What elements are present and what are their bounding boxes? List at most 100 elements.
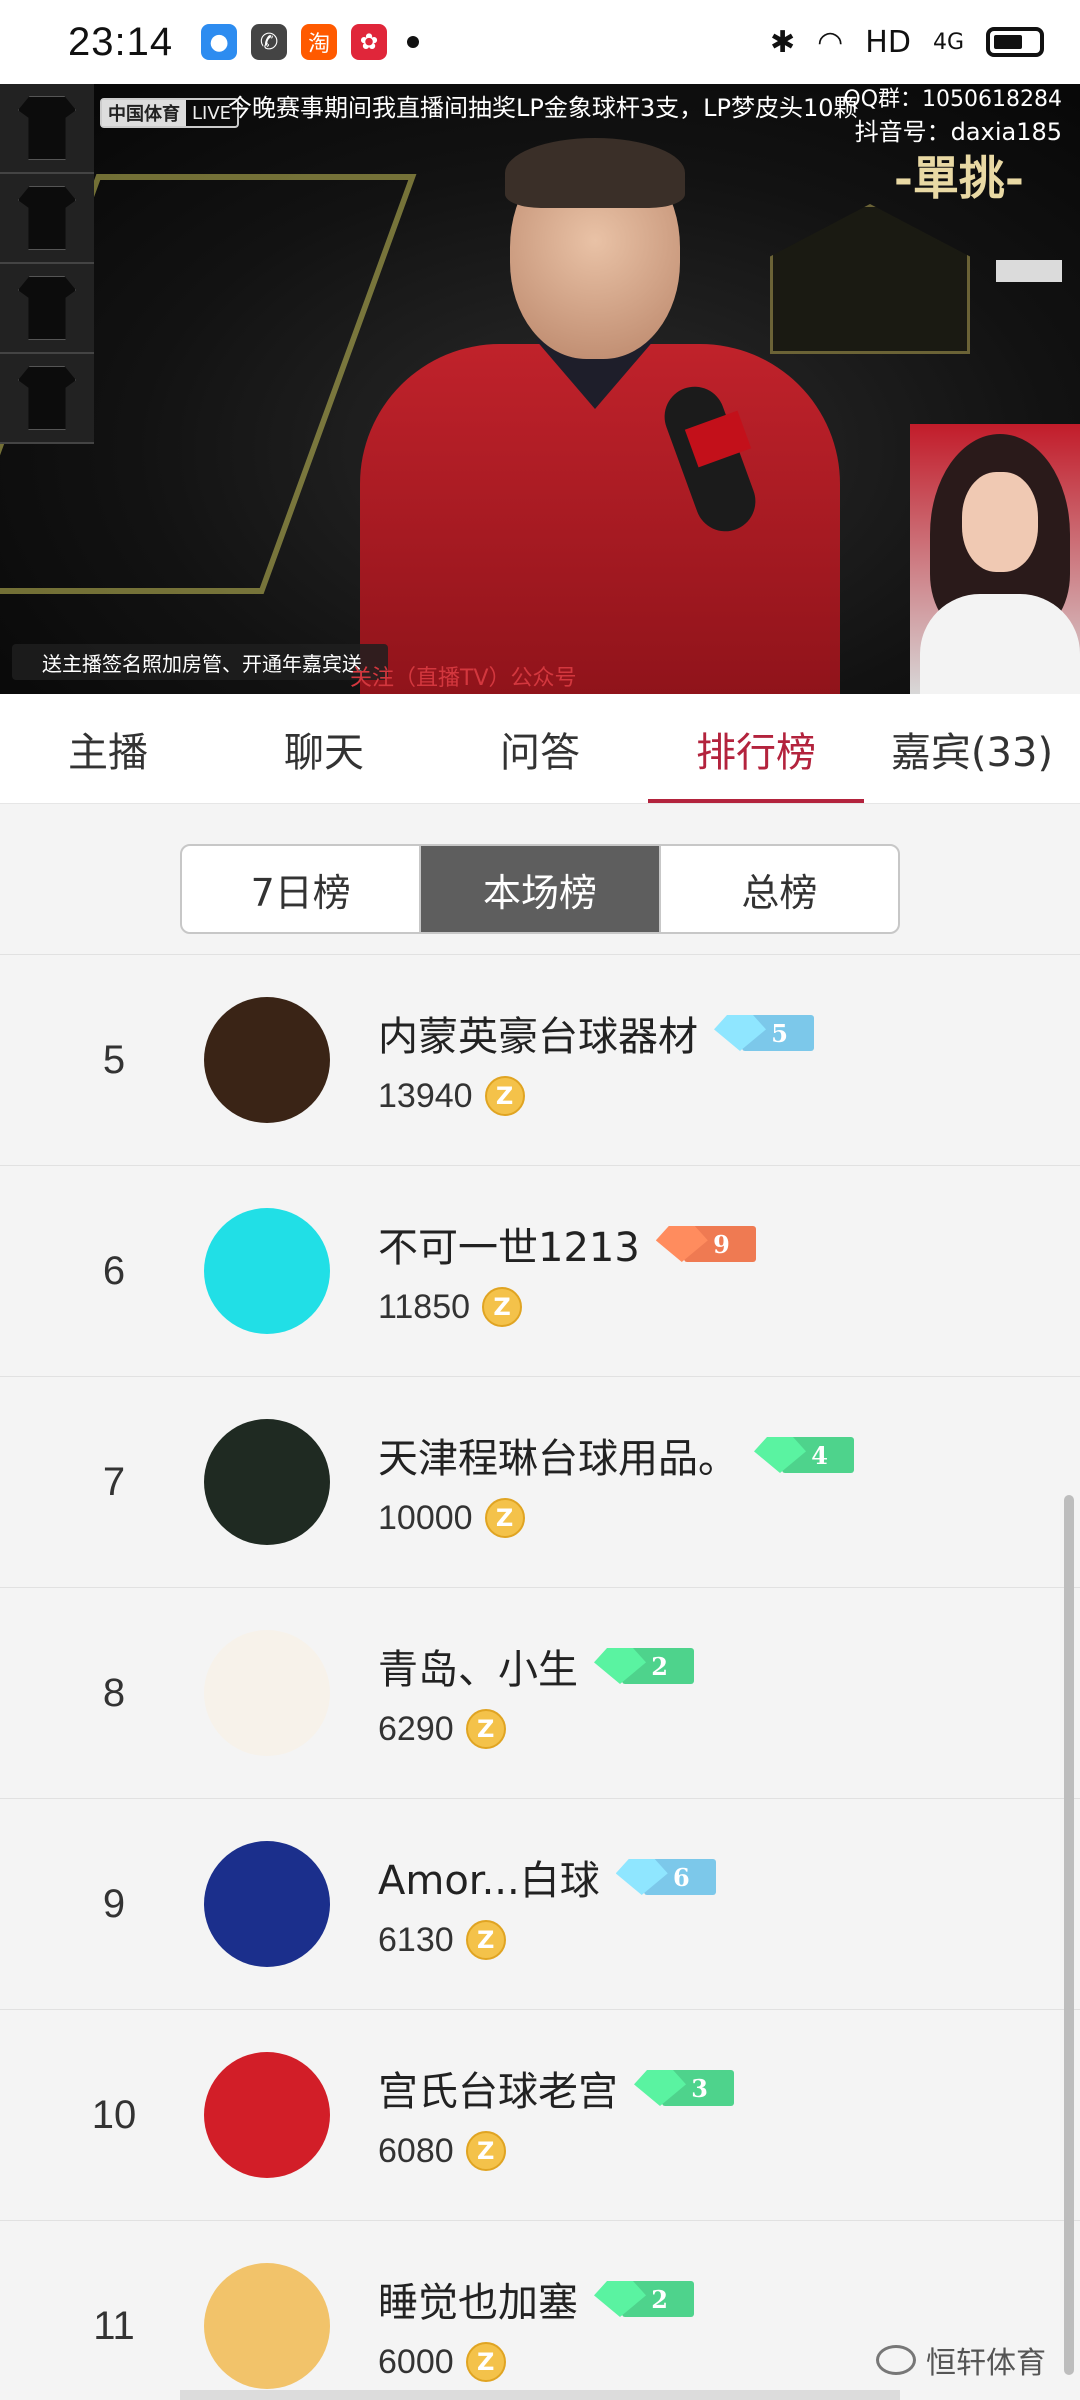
gift-hint: 送主播签名照加房管、开通年嘉宾送 <box>12 644 388 680</box>
segment-7-day[interactable]: 7日榜 <box>182 846 419 932</box>
coin-icon: Z <box>484 1498 525 1538</box>
tshirt-icon <box>18 96 76 160</box>
coin-icon: Z <box>465 1920 506 1960</box>
video-player[interactable]: 中国体育 LIVE 今晚赛事期间我直播间抽奖LP金象球杆3支，LP梦皮头10颗 … <box>0 84 1080 694</box>
coin-icon: Z <box>484 1076 525 1116</box>
host-camera-window <box>910 424 1080 694</box>
rank-number: 7 <box>102 1459 126 1504</box>
rank-number: 8 <box>102 1670 126 1715</box>
score-line: 10000 Z <box>378 1498 854 1538</box>
signal-label: 4G <box>932 29 964 55</box>
merch-thumbnail[interactable] <box>0 84 94 174</box>
taobao-icon: 淘 <box>301 24 338 60</box>
ranking-row[interactable]: 10 宫氏台球老宫 3 6080 Z <box>0 2009 1080 2220</box>
merch-thumbnail-list <box>0 84 94 444</box>
bottom-edge <box>180 2390 900 2400</box>
watermark: 恒轩体育 <box>876 2338 1046 2382</box>
coin-icon: Z <box>465 2131 506 2171</box>
chat-icon: ✆ <box>251 24 288 60</box>
host-shirt <box>920 594 1080 694</box>
live-brand: 中国体育 <box>102 100 186 126</box>
user-name: Amor...白球 <box>378 1858 600 1904</box>
tab-guests[interactable]: 嘉宾(33) <box>864 694 1080 803</box>
ranking-period-area: 7日榜 本场榜 总榜 <box>0 804 1080 954</box>
name-line: 宫氏台球老宫 3 <box>378 2059 734 2117</box>
player-photo-avatar[interactable] <box>204 1419 330 1545</box>
live-badge: 中国体育 LIVE <box>100 98 240 128</box>
cartoon-avatar[interactable] <box>204 1630 330 1756</box>
ranking-row[interactable]: 6 不可一世1213 9 11850 Z <box>0 1165 1080 1376</box>
score-line: 11850 Z <box>378 1287 756 1327</box>
user-info: 天津程琳台球用品。 4 10000 Z <box>378 1426 854 1538</box>
name-line: 内蒙英豪台球器材 5 <box>378 1004 814 1062</box>
merch-thumbnail[interactable] <box>0 354 94 444</box>
user-info: 内蒙英豪台球器材 5 13940 Z <box>378 1004 814 1116</box>
tshirt-icon <box>18 276 76 340</box>
main-tabs: 主播 聊天 问答 排行榜 嘉宾(33) <box>0 694 1080 804</box>
tab-ranking[interactable]: 排行榜 <box>648 694 864 803</box>
g-logo-avatar[interactable] <box>204 2052 330 2178</box>
contribution-score: 10000 <box>378 1498 473 1537</box>
watermark-text: 恒轩体育 <box>926 2346 1046 2381</box>
tab-qa[interactable]: 问答 <box>432 694 648 803</box>
merch-thumbnail[interactable] <box>0 174 94 264</box>
ranking-row[interactable]: 9 Amor...白球 6 6130 Z <box>0 1798 1080 2009</box>
app-icon: ✿ <box>351 24 388 60</box>
merch-thumbnail[interactable] <box>0 264 94 354</box>
user-name: 宫氏台球老宫 <box>378 2069 618 2115</box>
host-face <box>962 472 1038 572</box>
network-label: HD <box>865 24 911 60</box>
scrollbar[interactable] <box>1064 1495 1074 2375</box>
user-name: 内蒙英豪台球器材 <box>378 1014 698 1060</box>
event-logo: -單挑- <box>893 151 1024 205</box>
tshirt-icon <box>18 366 76 430</box>
rank-number: 6 <box>102 1248 126 1293</box>
wifi-icon: ◠ <box>817 24 844 60</box>
level-badge: 2 <box>594 2279 694 2319</box>
user-info: 宫氏台球老宫 3 6080 Z <box>378 2059 734 2171</box>
tab-chat[interactable]: 聊天 <box>216 694 432 803</box>
user-info: 睡觉也加塞 2 6000 Z <box>378 2270 694 2382</box>
segment-this-session[interactable]: 本场榜 <box>419 846 659 932</box>
score-line: 6130 Z <box>378 1920 716 1960</box>
name-line: 不可一世1213 9 <box>378 1215 756 1273</box>
brand-logo-avatar[interactable] <box>204 997 330 1123</box>
level-badge: 9 <box>655 1224 756 1264</box>
score-line: 6290 Z <box>378 1709 694 1749</box>
user-name: 青岛、小生 <box>378 1647 578 1693</box>
coin-icon: Z <box>482 1287 523 1327</box>
level-number: 5 <box>771 1018 788 1048</box>
level-number: 3 <box>691 2073 708 2103</box>
ranking-row[interactable]: 8 青岛、小生 2 6290 Z <box>0 1587 1080 1798</box>
rank-number: 10 <box>91 2092 137 2137</box>
ranking-period-selector: 7日榜 本场榜 总榜 <box>180 844 900 934</box>
user-name: 天津程琳台球用品。 <box>378 1436 738 1482</box>
ranking-row[interactable]: 7 天津程琳台球用品。 4 10000 Z <box>0 1376 1080 1587</box>
tab-host[interactable]: 主播 <box>0 694 216 803</box>
wechat-icon <box>876 2345 916 2375</box>
rank-number: 9 <box>102 1881 126 1926</box>
segment-overall[interactable]: 总榜 <box>658 846 898 932</box>
contribution-score: 13940 <box>378 1076 473 1115</box>
user-info: 不可一世1213 9 11850 Z <box>378 1215 756 1327</box>
contribution-score: 6130 <box>378 1920 454 1959</box>
browser-icon: ● <box>201 24 238 60</box>
notification-icons: ● ✆ 淘 ✿ <box>201 24 401 60</box>
level-number: 9 <box>713 1229 730 1259</box>
sketch-avatar[interactable] <box>204 1208 330 1334</box>
level-number: 2 <box>651 2284 668 2314</box>
name-line: 睡觉也加塞 2 <box>378 2270 694 2328</box>
user-name: 不可一世1213 <box>378 1225 640 1271</box>
level-badge: 5 <box>714 1013 814 1053</box>
user-name: 睡觉也加塞 <box>378 2280 578 2326</box>
user-info: Amor...白球 6 6130 Z <box>378 1848 716 1960</box>
guitar-avatar[interactable] <box>204 2263 330 2389</box>
ranking-row[interactable]: 5 内蒙英豪台球器材 5 13940 Z <box>0 954 1080 1165</box>
more-notifications-dot <box>407 36 420 48</box>
score-line: 6080 Z <box>378 2131 734 2171</box>
name-line: Amor...白球 6 <box>378 1848 716 1906</box>
ranking-list[interactable]: 5 内蒙英豪台球器材 5 13940 Z 6 不可一世1213 9 11850 Z 7 天津程琳台球用… <box>0 954 1080 2400</box>
tshirt-icon <box>18 186 76 250</box>
level-badge: 4 <box>754 1435 854 1475</box>
night-city-avatar[interactable] <box>204 1841 330 1967</box>
